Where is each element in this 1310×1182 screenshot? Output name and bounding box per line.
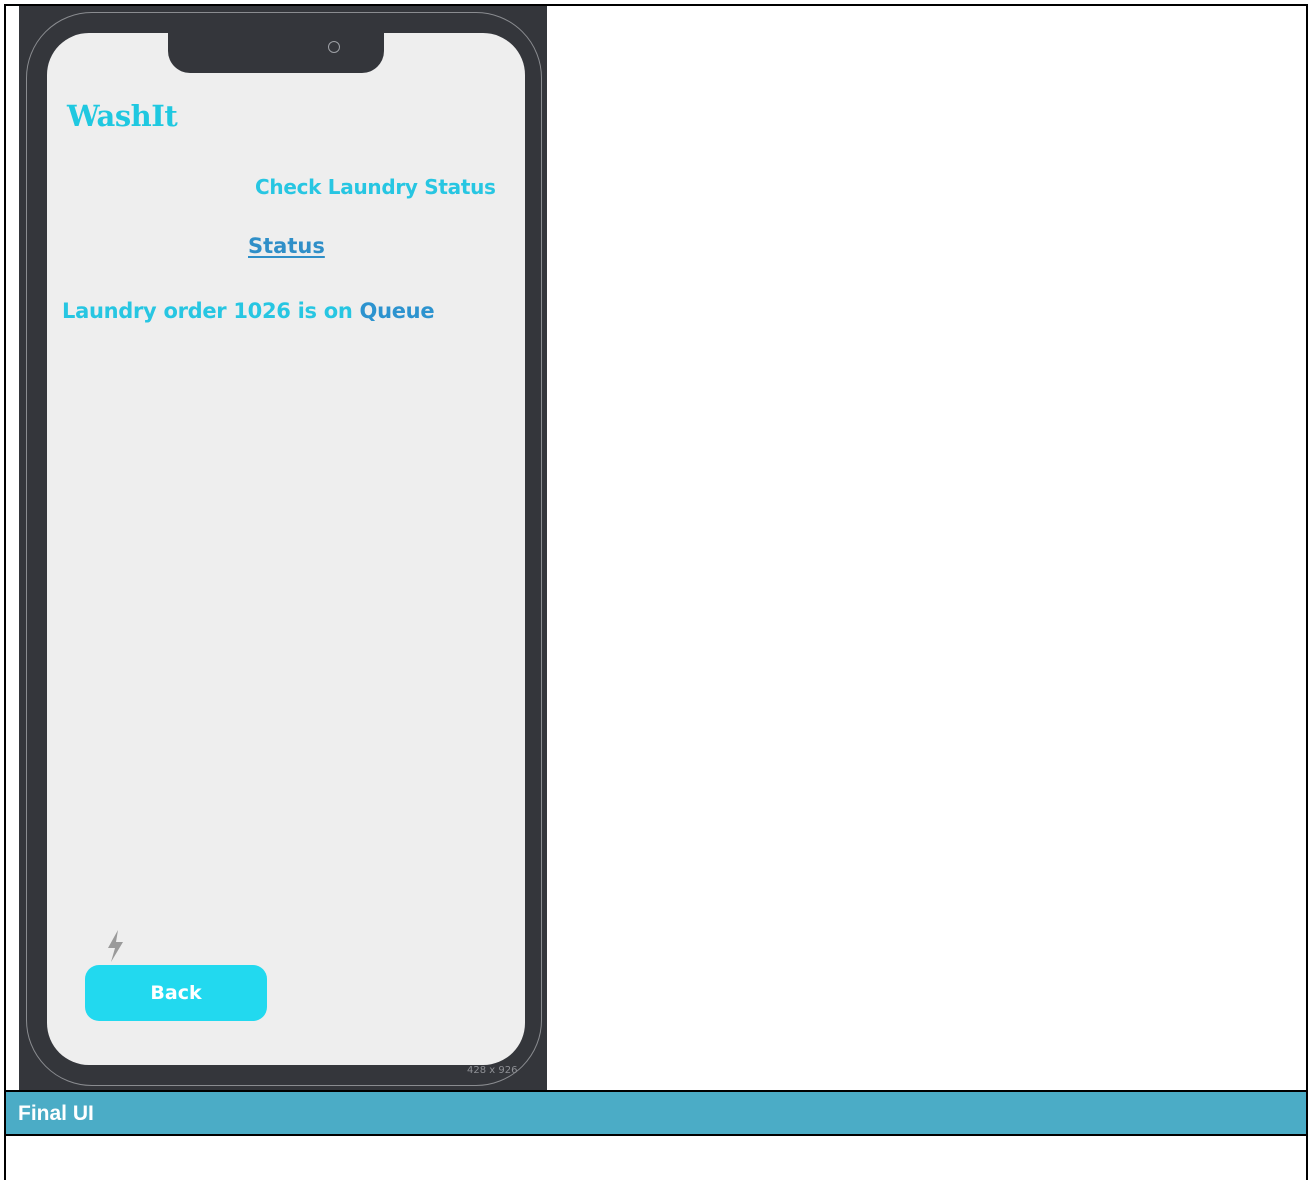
back-button[interactable]: Back [85,965,267,1021]
status-message-prefix: Laundry order 1026 is on [62,299,360,323]
document-table: WashIt Check Laundry Status Status Laund… [4,4,1308,1182]
section-title: Final UI [18,1102,94,1125]
phone-notch [168,33,384,73]
section-header: Final UI [6,1090,1306,1136]
page-title: Check Laundry Status [255,175,496,199]
empty-cell [6,1136,1306,1182]
size-label: 428 x 926 [467,1065,518,1076]
mockup-cell: WashIt Check Laundry Status Status Laund… [6,6,1306,1090]
phone-mockup: WashIt Check Laundry Status Status Laund… [19,6,547,1090]
status-link[interactable]: Status [248,234,325,258]
camera-icon [328,41,340,53]
app-logo: WashIt [67,99,178,133]
lightning-bolt-icon[interactable] [102,929,128,963]
phone-screen: WashIt Check Laundry Status Status Laund… [47,33,525,1065]
status-value: Queue [359,299,435,323]
status-message: Laundry order 1026 is on Queue [62,299,435,323]
